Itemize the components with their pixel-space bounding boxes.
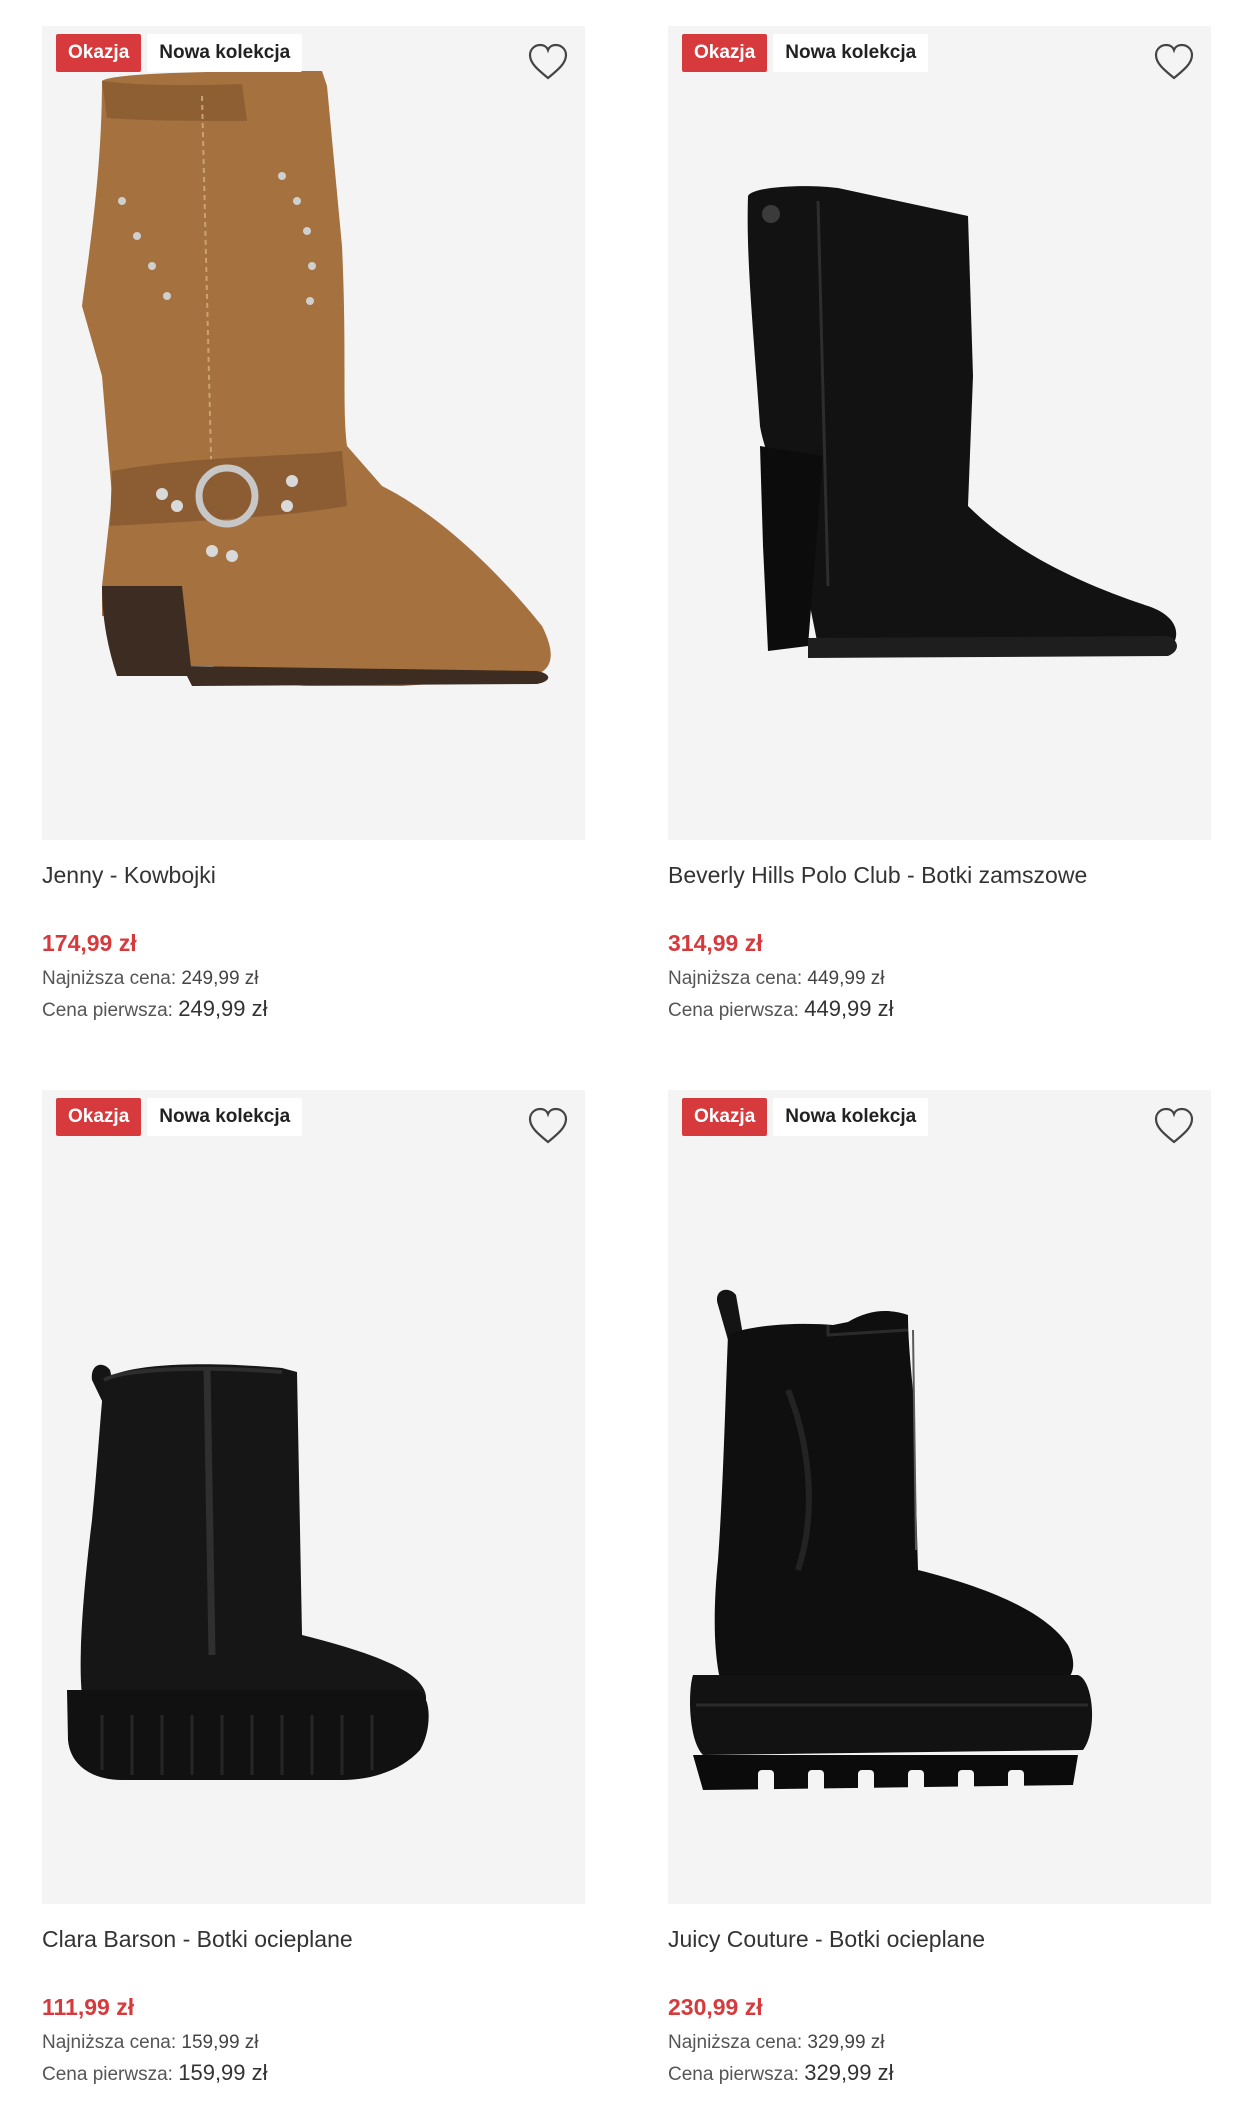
lowest-price-label: Najniższa cena:	[42, 2032, 177, 2053]
original-price-value: 159,99 zł	[178, 2060, 268, 2085]
product-grid: Okazja Nowa kolekcja Jenny - Kowbojki 17…	[0, 0, 1250, 2123]
sale-badge: Okazja	[682, 34, 768, 72]
brown-western-boot-image	[82, 71, 551, 686]
lowest-price-row: Najniższa cena: 249,99 zł	[42, 964, 585, 994]
lowest-price-label: Najniższa cena:	[668, 968, 803, 989]
product-price: 174,99 zł	[42, 930, 137, 956]
product-card[interactable]: Okazja Nowa kolekcja Clara Barson - Botk…	[42, 1090, 585, 2090]
new-collection-badge: Nowa kolekcja	[773, 1098, 929, 1136]
lowest-price-label: Najniższa cena:	[668, 2032, 803, 2053]
product-card[interactable]: Okazja Nowa kolekcja Beverly Hills Polo …	[668, 26, 1211, 1026]
black-leather-chunky-boot-image	[690, 1289, 1093, 1792]
original-price-value: 329,99 zł	[804, 2060, 894, 2085]
lowest-price-value: 159,99 zł	[181, 2032, 259, 2053]
product-name[interactable]: Beverly Hills Polo Club - Botki zamszowe	[668, 858, 1211, 892]
new-collection-badge: Nowa kolekcja	[147, 1098, 303, 1136]
original-price-row: Cena pierwsza: 449,99 zł	[668, 994, 1211, 1026]
original-price-label: Cena pierwsza:	[668, 1000, 799, 1021]
product-price: 111,99 zł	[42, 1994, 135, 2020]
heart-outline-icon[interactable]	[527, 1106, 569, 1146]
lowest-price-value: 449,99 zł	[807, 968, 885, 989]
badge-group: Okazja Nowa kolekcja	[682, 1098, 929, 1136]
lowest-price-value: 329,99 zł	[807, 2032, 885, 2053]
lowest-price-row: Najniższa cena: 159,99 zł	[42, 2028, 585, 2058]
lowest-price-value: 249,99 zł	[181, 968, 259, 989]
sale-badge: Okazja	[56, 34, 142, 72]
original-price-row: Cena pierwsza: 249,99 zł	[42, 994, 585, 1026]
product-name[interactable]: Juicy Couture - Botki ocieplane	[668, 1922, 1211, 1956]
heart-outline-icon[interactable]	[1153, 42, 1195, 82]
original-price-row: Cena pierwsza: 159,99 zł	[42, 2058, 585, 2090]
product-image[interactable]: Okazja Nowa kolekcja	[42, 26, 585, 840]
product-name[interactable]: Clara Barson - Botki ocieplane	[42, 1922, 585, 1956]
heart-outline-icon[interactable]	[527, 42, 569, 82]
product-price: 314,99 zł	[668, 930, 763, 956]
heart-outline-icon[interactable]	[1153, 1106, 1195, 1146]
original-price-label: Cena pierwsza:	[42, 2064, 173, 2085]
badge-group: Okazja Nowa kolekcja	[56, 1098, 303, 1136]
product-name[interactable]: Jenny - Kowbojki	[42, 858, 585, 892]
badge-group: Okazja Nowa kolekcja	[682, 34, 929, 72]
product-image[interactable]: Okazja Nowa kolekcja	[668, 1090, 1211, 1904]
product-price: 230,99 zł	[668, 1994, 763, 2020]
original-price-label: Cena pierwsza:	[668, 2064, 799, 2085]
lowest-price-row: Najniższa cena: 329,99 zł	[668, 2028, 1211, 2058]
original-price-value: 449,99 zł	[804, 996, 894, 1021]
original-price-value: 249,99 zł	[178, 996, 268, 1021]
new-collection-badge: Nowa kolekcja	[773, 34, 929, 72]
black-suede-heel-bootie-image	[747, 186, 1177, 658]
lowest-price-row: Najniższa cena: 449,99 zł	[668, 964, 1211, 994]
lowest-price-label: Najniższa cena:	[42, 968, 177, 989]
badge-group: Okazja Nowa kolekcja	[56, 34, 303, 72]
new-collection-badge: Nowa kolekcja	[147, 34, 303, 72]
original-price-label: Cena pierwsza:	[42, 1000, 173, 1021]
product-card[interactable]: Okazja Nowa kolekcja Jenny - Kowbojki 17…	[42, 26, 585, 1026]
original-price-row: Cena pierwsza: 329,99 zł	[668, 2058, 1211, 2090]
sale-badge: Okazja	[682, 1098, 768, 1136]
product-card[interactable]: Okazja Nowa kolekcja Juicy Couture - Bot…	[668, 1090, 1211, 2090]
product-image[interactable]: Okazja Nowa kolekcja	[668, 26, 1211, 840]
black-platform-ankle-boot-image	[67, 1364, 429, 1780]
product-image[interactable]: Okazja Nowa kolekcja	[42, 1090, 585, 1904]
sale-badge: Okazja	[56, 1098, 142, 1136]
